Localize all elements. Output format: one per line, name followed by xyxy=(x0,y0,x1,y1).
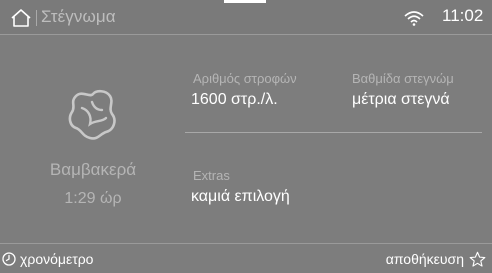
title-divider xyxy=(36,10,37,26)
top-indicator xyxy=(224,0,266,3)
status-bar: Στέγνωμα 11:02 xyxy=(0,0,492,34)
dryness-level-label[interactable]: Βαθμίδα στεγνώμ xyxy=(352,71,480,86)
clock-icon xyxy=(2,252,16,266)
timer-label: χρονόμετρο xyxy=(20,251,94,267)
cotton-icon[interactable] xyxy=(62,84,124,146)
timer-button[interactable]: χρονόμετρο xyxy=(2,248,93,270)
header-divider xyxy=(0,34,492,35)
program-name[interactable]: Βαμβακερά xyxy=(0,160,186,180)
dryer-display: Στέγνωμα 11:02 Βαμβακερά 1:29 ώρ Αριθμός… xyxy=(0,0,492,273)
extras-label[interactable]: Extras xyxy=(193,168,230,183)
spin-speed-label[interactable]: Αριθμός στροφών xyxy=(193,71,297,86)
spin-speed-value[interactable]: 1600 στρ./λ. xyxy=(191,91,278,109)
page-title: Στέγνωμα xyxy=(41,7,116,26)
clock: 11:02 xyxy=(442,6,484,25)
footer-divider xyxy=(0,243,492,244)
extras-value[interactable]: καμιά επιλογή xyxy=(191,188,290,206)
save-label: αποθήκευση xyxy=(385,251,464,267)
program-duration: 1:29 ώρ xyxy=(64,190,122,207)
dryness-level-value[interactable]: μέτρια στεγνά xyxy=(352,91,450,109)
settings-divider xyxy=(185,132,482,133)
wifi-icon xyxy=(404,11,424,26)
home-icon[interactable] xyxy=(10,8,32,28)
star-outline-icon xyxy=(469,251,486,267)
save-button[interactable]: αποθήκευση xyxy=(386,248,486,270)
